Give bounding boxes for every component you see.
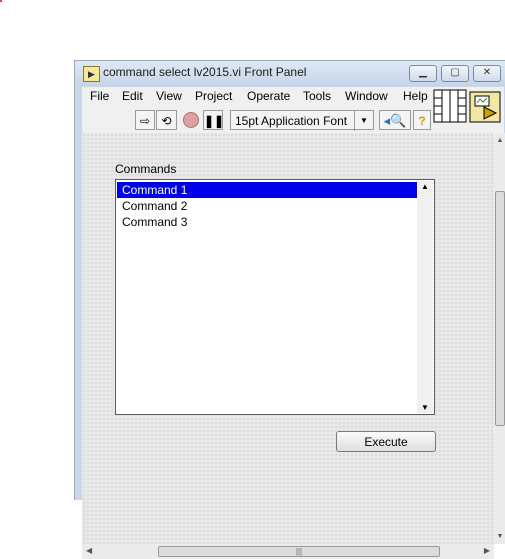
run-arrow-icon[interactable]: ⇨: [135, 110, 155, 130]
panel-horizontal-scrollbar[interactable]: ◀ ||| ▶: [82, 544, 494, 559]
horizontal-scroll-thumb[interactable]: |||: [158, 546, 440, 557]
menu-tools[interactable]: Tools: [303, 89, 331, 103]
scroll-down-icon[interactable]: ▼: [417, 403, 433, 412]
abort-icon[interactable]: [181, 110, 201, 130]
list-item[interactable]: Command 3: [117, 214, 187, 230]
scroll-down-icon[interactable]: ▼: [494, 533, 505, 540]
menu-project[interactable]: Project: [195, 89, 232, 103]
list-item[interactable]: Command 2: [117, 198, 187, 214]
chevron-down-icon: ▼: [354, 111, 373, 131]
font-select[interactable]: 15pt Application Font ▼: [230, 110, 374, 131]
maximize-button[interactable]: ▢: [441, 65, 469, 82]
scroll-right-icon[interactable]: ▶: [484, 546, 490, 555]
stray-marker: [0, 0, 2, 2]
run-continuous-icon[interactable]: ⟲: [156, 110, 177, 130]
listbox-label: Commands: [115, 162, 177, 176]
menu-help[interactable]: Help: [403, 89, 428, 103]
front-panel-window: ▶ command select lv2015.vi Front Panel ▁…: [74, 60, 505, 559]
icon-pane: [432, 87, 504, 133]
menu-operate[interactable]: Operate: [247, 89, 290, 103]
close-button[interactable]: ✕: [473, 65, 501, 82]
commands-listbox[interactable]: Command 1 Command 2 Command 3 ▲ ▼: [115, 179, 435, 415]
menu-bar: File Edit View Project Operate Tools Win…: [82, 87, 432, 107]
scroll-left-icon[interactable]: ◀: [86, 546, 92, 555]
window-title: command select lv2015.vi Front Panel: [103, 65, 307, 79]
panel-vertical-scrollbar[interactable]: ▲ ▼: [494, 133, 505, 544]
scroll-up-icon[interactable]: ▲: [494, 137, 505, 144]
scroll-up-icon[interactable]: ▲: [417, 182, 433, 191]
search-icon[interactable]: ◂🔍: [379, 110, 411, 130]
help-icon[interactable]: ?: [413, 110, 431, 130]
title-bar: ▶ command select lv2015.vi Front Panel ▁…: [75, 61, 505, 86]
menu-view[interactable]: View: [156, 89, 182, 103]
menu-edit[interactable]: Edit: [122, 89, 143, 103]
minimize-button[interactable]: ▁: [409, 65, 437, 82]
listbox-scrollbar[interactable]: ▲ ▼: [417, 181, 433, 413]
font-select-value: 15pt Application Font: [235, 114, 348, 128]
vertical-scroll-thumb[interactable]: [495, 191, 505, 426]
pause-icon[interactable]: ❚❚: [203, 110, 224, 130]
menu-window[interactable]: Window: [345, 89, 388, 103]
execute-button[interactable]: Execute: [336, 431, 436, 452]
vi-icon: ▶: [83, 66, 100, 82]
list-item[interactable]: Command 1: [117, 182, 422, 198]
toolbar: ⇨ ⟲ ❚❚ 15pt Application Font ▼ ◂🔍 ?: [82, 107, 432, 133]
connector-pane-icon[interactable]: [432, 87, 504, 133]
menu-file[interactable]: File: [90, 89, 109, 103]
front-panel: Commands Command 1 Command 2 Command 3 ▲…: [82, 133, 494, 544]
